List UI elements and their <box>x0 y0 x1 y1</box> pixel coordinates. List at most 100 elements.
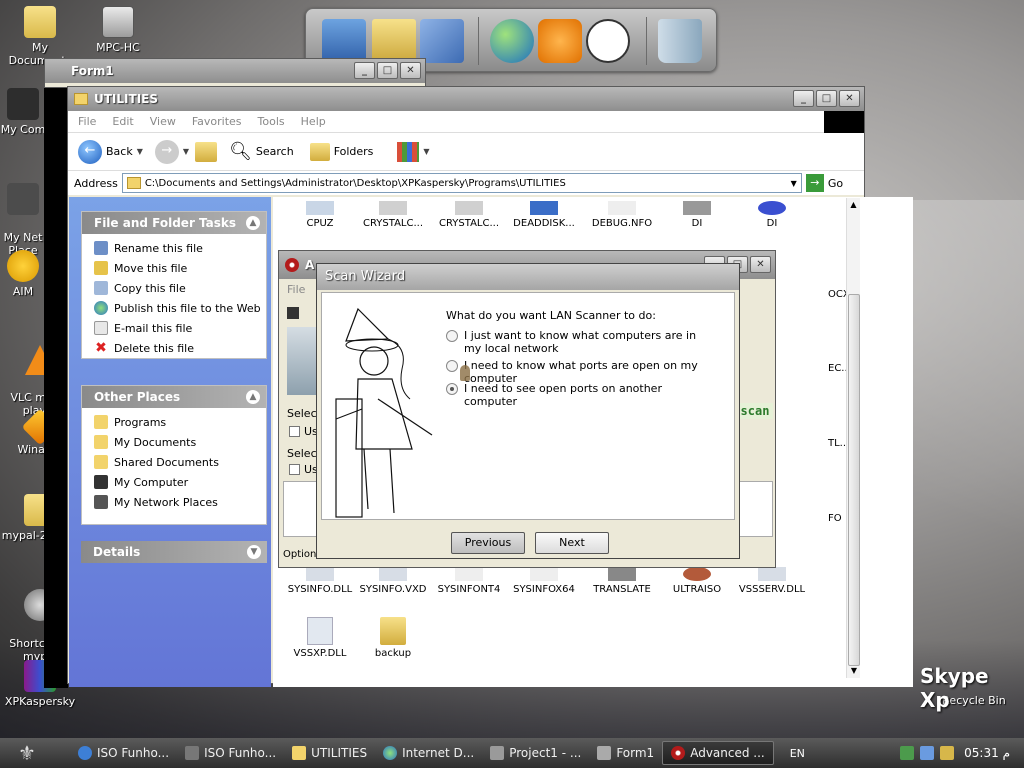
file-item[interactable]: DI <box>734 201 810 229</box>
address-input[interactable]: C:\Documents and Settings\Administrator\… <box>121 173 802 193</box>
desktop-icon-my-computer[interactable]: My Com <box>0 88 46 136</box>
media-play-icon[interactable] <box>538 19 582 63</box>
file-item[interactable]: SYSINFO.VXD <box>355 567 431 595</box>
menu-file[interactable]: File <box>78 115 96 128</box>
file-item[interactable]: SYSINFO.DLL <box>282 567 358 595</box>
panel-header[interactable]: Details ▼ <box>81 541 267 563</box>
chevron-up-icon[interactable]: ▲ <box>246 390 260 404</box>
folder-icon[interactable] <box>372 19 416 63</box>
use-checkbox[interactable]: Us <box>289 463 318 476</box>
menu-edit[interactable]: Edit <box>112 115 133 128</box>
scroll-thumb[interactable] <box>848 294 860 666</box>
wizard-titlebar[interactable]: Scan Wizard <box>317 264 739 290</box>
panel-header[interactable]: File and Folder Tasks ▲ <box>82 212 266 234</box>
chevron-down-icon[interactable]: ▼ <box>791 179 797 188</box>
file-item[interactable]: DEADDISK... <box>506 201 582 229</box>
desktop-icon-network[interactable]: My Net Place <box>0 170 46 257</box>
file-item[interactable]: SYSINFOX64 <box>506 567 582 595</box>
radio-button[interactable] <box>446 360 458 372</box>
clock-icon[interactable] <box>586 19 630 63</box>
place-network[interactable]: My Network Places <box>82 492 266 512</box>
task-publish[interactable]: Publish this file to the Web <box>82 298 266 318</box>
taskbar-item-iso-2[interactable]: ISO Funho... <box>177 741 284 765</box>
save-icon[interactable] <box>287 307 299 319</box>
close-button[interactable]: ✕ <box>839 90 860 107</box>
file-item[interactable]: CRYSTALC... <box>431 201 507 229</box>
option-local-network[interactable]: I just want to know what computers are i… <box>446 329 716 355</box>
forward-button[interactable]: → ▼ <box>154 139 189 164</box>
option-other-computer-ports[interactable]: I need to see open ports on another comp… <box>446 382 716 408</box>
scan-badge[interactable]: scan <box>737 403 773 419</box>
radio-button[interactable] <box>446 330 458 342</box>
use-checkbox[interactable]: Us <box>289 425 318 438</box>
file-item[interactable]: CRYSTALC... <box>355 201 431 229</box>
previous-button[interactable]: Previous <box>451 532 525 554</box>
taskbar-item-utilities[interactable]: UTILITIES <box>284 741 375 765</box>
file-item[interactable]: SYSINFONT4 <box>431 567 507 595</box>
views-button[interactable]: ▼ <box>397 141 430 162</box>
task-delete[interactable]: ✖ Delete this file <box>82 338 266 358</box>
taskbar-item-internet[interactable]: Internet D... <box>375 741 482 765</box>
minimize-button[interactable]: _ <box>354 62 375 79</box>
menu-tools[interactable]: Tools <box>258 115 285 128</box>
menu-help[interactable]: Help <box>301 115 326 128</box>
back-button[interactable]: ← Back ▼ <box>78 139 143 164</box>
minimize-button[interactable]: _ <box>793 90 814 107</box>
desktop-icon-aim[interactable]: AIM <box>0 250 46 298</box>
scan-wizard-dialog[interactable]: Scan Wizard What do you want LAN Scanner… <box>316 263 740 559</box>
place-programs[interactable]: Programs <box>82 412 266 432</box>
form1-titlebar[interactable]: Form1 _ □ ✕ <box>45 59 425 83</box>
file-item[interactable]: backup <box>355 617 431 659</box>
taskbar-item-form1[interactable]: Form1 <box>589 741 662 765</box>
file-item[interactable]: VSSXP.DLL <box>282 617 358 659</box>
panel-header[interactable]: Other Places ▲ <box>82 386 266 408</box>
file-item[interactable]: TRANSLATE <box>584 567 660 595</box>
task-email[interactable]: E-mail this file <box>82 318 266 338</box>
task-copy[interactable]: Copy this file <box>82 278 266 298</box>
close-button[interactable]: ✕ <box>750 256 771 273</box>
volume-tray-icon[interactable] <box>920 746 935 760</box>
file-item[interactable]: DEBUG.NFO <box>584 201 660 229</box>
next-button[interactable]: Next <box>535 532 609 554</box>
file-item[interactable]: DI <box>659 201 735 229</box>
place-my-documents[interactable]: My Documents <box>82 432 266 452</box>
desktop-icon-mpc-hc[interactable]: MPC-HC <box>78 6 158 54</box>
taskbar-item-project1[interactable]: Project1 - ... <box>482 741 589 765</box>
place-my-computer[interactable]: My Computer <box>82 472 266 492</box>
task-move[interactable]: Move this file <box>82 258 266 278</box>
go-arrow-icon[interactable]: → <box>805 174 824 192</box>
maximize-button[interactable]: □ <box>816 90 837 107</box>
go-button[interactable]: Go <box>828 177 843 190</box>
search-button[interactable]: 🔍︎ Search <box>229 141 294 162</box>
taskbar-item-advanced[interactable]: Advanced ... <box>662 741 774 765</box>
explorer-titlebar[interactable]: UTILITIES _ □ ✕ <box>68 87 864 111</box>
maximize-button[interactable]: □ <box>377 62 398 79</box>
start-button[interactable]: ⚜ <box>0 738 54 768</box>
file-list-scrollbar[interactable]: ▲ ▼ <box>846 198 860 678</box>
menu-favorites[interactable]: Favorites <box>192 115 242 128</box>
folders-button[interactable]: Folders <box>309 142 373 161</box>
control-panel-icon[interactable] <box>420 19 464 63</box>
globe-icon[interactable] <box>490 19 534 63</box>
file-item[interactable]: VSSSERV.DLL <box>734 567 810 595</box>
file-item[interactable]: ULTRAISO <box>659 567 735 595</box>
chevron-up-icon[interactable]: ▲ <box>246 216 260 230</box>
place-shared-documents[interactable]: Shared Documents <box>82 452 266 472</box>
language-indicator[interactable]: EN <box>790 747 805 760</box>
recycle-bin-icon[interactable] <box>658 19 702 63</box>
tray-icon[interactable] <box>940 746 955 760</box>
chevron-down-icon[interactable]: ▼ <box>247 545 261 559</box>
network-tray-icon[interactable] <box>900 746 915 760</box>
radio-button-selected[interactable] <box>446 383 458 395</box>
computer-icon[interactable] <box>322 19 366 63</box>
menu-view[interactable]: View <box>150 115 176 128</box>
scroll-up-arrow[interactable]: ▲ <box>847 198 860 212</box>
scroll-down-arrow[interactable]: ▼ <box>847 664 861 678</box>
lan-menu-file[interactable]: File <box>287 283 305 296</box>
up-folder-button[interactable] <box>195 141 218 162</box>
task-rename[interactable]: Rename this file <box>82 238 266 258</box>
taskbar-item-iso-1[interactable]: ISO Funho... <box>70 741 177 765</box>
form1-window[interactable]: Form1 _ □ ✕ <box>44 58 426 88</box>
file-item[interactable]: CPUZ <box>282 201 358 229</box>
close-button[interactable]: ✕ <box>400 62 421 79</box>
